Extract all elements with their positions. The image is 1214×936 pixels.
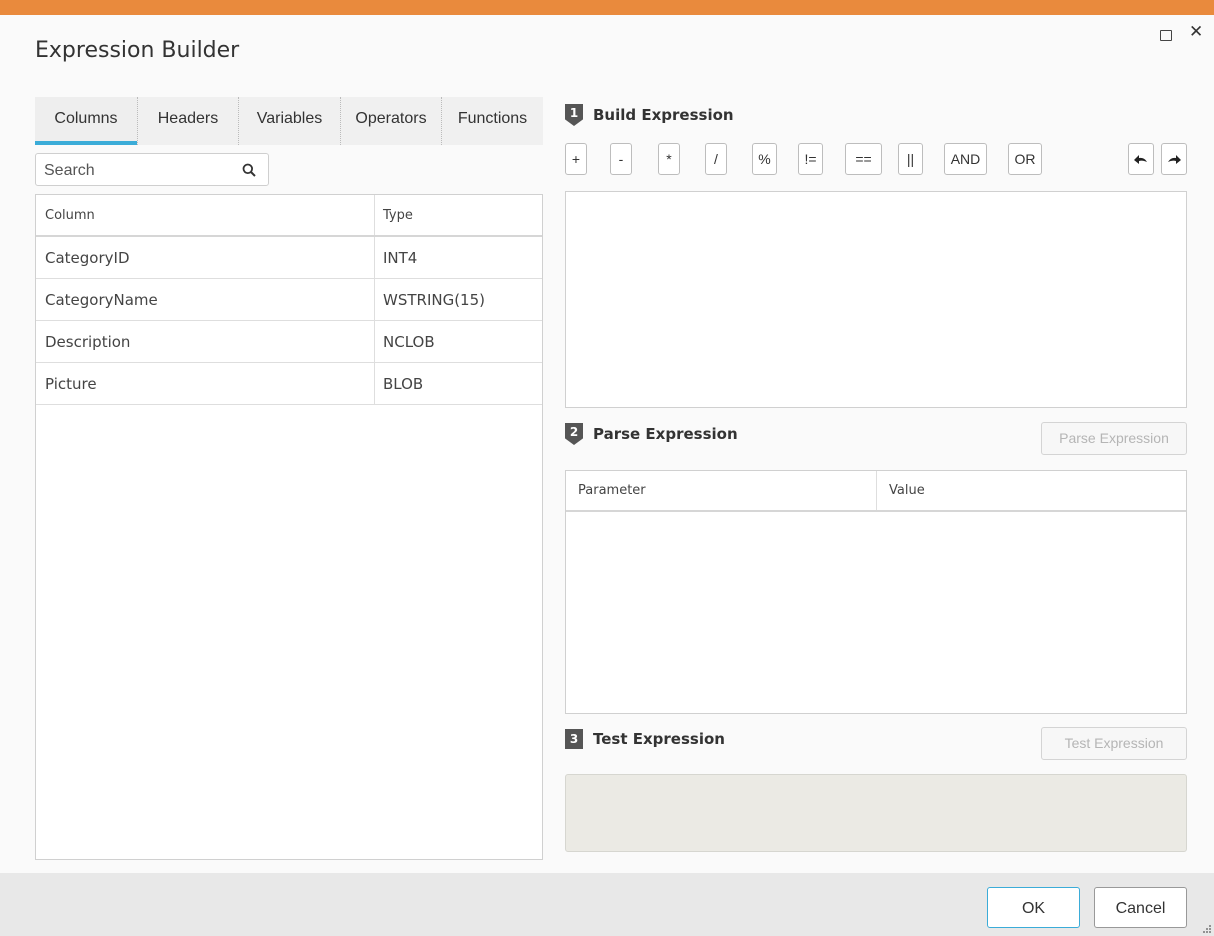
test-expression-title: Test Expression	[593, 730, 725, 748]
tab-operators[interactable]: Operators	[341, 97, 442, 145]
build-expression-title: Build Expression	[593, 106, 734, 124]
tab-variables[interactable]: Variables	[239, 97, 341, 145]
dialog-accent-bar	[0, 0, 1214, 15]
table-row[interactable]: Description NCLOB	[36, 321, 542, 363]
cancel-button[interactable]: Cancel	[1094, 887, 1187, 928]
search-input[interactable]	[44, 160, 234, 182]
column-type: WSTRING(15)	[383, 290, 485, 309]
column-name: Picture	[36, 363, 375, 404]
column-type: INT4	[383, 248, 418, 267]
redo-icon[interactable]	[1161, 143, 1187, 175]
table-row[interactable]: Picture BLOB	[36, 363, 542, 405]
tab-functions[interactable]: Functions	[442, 97, 543, 145]
parse-expression-header: 2 Parse Expression	[565, 423, 738, 445]
parameter-header[interactable]: Parameter	[566, 471, 877, 510]
build-expression-header: 1 Build Expression	[565, 104, 734, 126]
expression-editor[interactable]	[565, 191, 1187, 408]
parse-expression-title: Parse Expression	[593, 425, 738, 443]
operator-modulo-button[interactable]: %	[752, 143, 777, 175]
operator-minus-button[interactable]: -	[610, 143, 632, 175]
parse-expression-button[interactable]: Parse Expression	[1041, 422, 1187, 455]
search-icon[interactable]	[242, 163, 256, 177]
operator-divide-button[interactable]: /	[705, 143, 727, 175]
operator-not-equal-button[interactable]: !=	[798, 143, 823, 175]
column-name: Description	[36, 321, 375, 362]
undo-icon[interactable]	[1128, 143, 1154, 175]
column-header[interactable]: Column	[36, 195, 375, 235]
parameters-table: Parameter Value	[565, 470, 1187, 714]
maximize-icon[interactable]	[1160, 30, 1172, 41]
column-name: CategoryID	[36, 237, 375, 278]
step-badge: 2	[565, 423, 583, 445]
search-box	[35, 153, 269, 186]
tab-headers[interactable]: Headers	[138, 97, 239, 145]
step-badge: 3	[565, 729, 583, 749]
parameters-table-header: Parameter Value	[566, 471, 1186, 512]
operator-and-button[interactable]: AND	[944, 143, 987, 175]
column-type: BLOB	[383, 374, 424, 393]
table-row[interactable]: CategoryID INT4	[36, 237, 542, 279]
operator-equal-button[interactable]: ==	[845, 143, 882, 175]
tab-bar: Columns Headers Variables Operators Func…	[35, 97, 543, 145]
type-header[interactable]: Type	[375, 195, 542, 235]
test-expression-header: 3 Test Expression	[565, 729, 725, 749]
columns-table-header: Column Type	[36, 195, 542, 237]
columns-table: Column Type CategoryID INT4 CategoryName…	[35, 194, 543, 860]
operator-multiply-button[interactable]: *	[658, 143, 680, 175]
column-type: NCLOB	[383, 332, 435, 351]
dialog-title: Expression Builder	[35, 38, 240, 63]
resize-grip-icon[interactable]	[1202, 924, 1212, 934]
step-badge: 1	[565, 104, 583, 126]
ok-button[interactable]: OK	[987, 887, 1080, 928]
close-icon[interactable]: ✕	[1189, 24, 1203, 41]
tab-columns[interactable]: Columns	[35, 97, 138, 145]
value-header[interactable]: Value	[877, 471, 1186, 510]
operator-or-button[interactable]: OR	[1008, 143, 1042, 175]
operator-or-pipes-button[interactable]: ||	[898, 143, 923, 175]
operator-plus-button[interactable]: +	[565, 143, 587, 175]
test-expression-button[interactable]: Test Expression	[1041, 727, 1187, 760]
column-name: CategoryName	[36, 279, 375, 320]
table-row[interactable]: CategoryName WSTRING(15)	[36, 279, 542, 321]
test-output-area	[565, 774, 1187, 852]
